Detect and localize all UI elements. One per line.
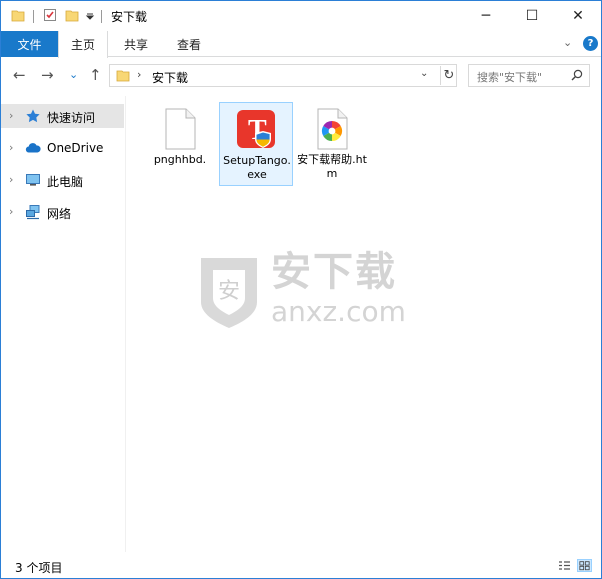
file-item-help-htm[interactable]: 安下载帮助.htm <box>295 102 369 186</box>
star-icon <box>26 109 40 123</box>
back-button[interactable]: ← <box>13 67 26 83</box>
tango-installer-icon: T <box>237 110 275 148</box>
tab-home[interactable]: 主页 <box>58 31 108 58</box>
new-folder-icon[interactable] <box>65 8 79 22</box>
file-name: pnghhbd. <box>153 153 207 166</box>
folder-icon <box>116 70 130 82</box>
computer-icon <box>26 174 40 186</box>
details-view-icon[interactable] <box>557 559 572 572</box>
maximize-button[interactable]: ☐ <box>509 1 555 31</box>
network-icon <box>26 205 40 220</box>
window-title: 安下载 <box>111 10 148 24</box>
shield-logo-icon: 安 <box>201 258 257 328</box>
large-icons-view-icon[interactable] <box>577 559 592 572</box>
search-icon[interactable] <box>571 69 583 81</box>
tab-file[interactable]: 文件 <box>1 31 58 57</box>
recent-locations-button[interactable]: ⌄ <box>69 67 78 83</box>
cloud-icon <box>25 143 41 153</box>
customize-toolbar-dropdown-icon[interactable] <box>85 8 95 22</box>
refresh-button[interactable]: ↻ <box>440 66 457 85</box>
watermark-domain: anxz.com <box>271 295 406 328</box>
sidebar-item-quick-access[interactable]: › 快速访问 <box>1 104 124 128</box>
sidebar-item-label: 快速访问 <box>47 111 96 125</box>
toolbar-separator <box>33 10 34 23</box>
expand-chevron-icon[interactable]: › <box>9 173 13 186</box>
address-dropdown-icon[interactable]: ⌄ <box>420 68 428 79</box>
address-bar[interactable]: › 安下载 ⌄ ↻ <box>109 64 457 87</box>
file-name: SetupTango.exe <box>223 154 291 181</box>
watermark-badge-text: 安 <box>218 279 240 304</box>
breadcrumb-current[interactable]: 安下载 <box>152 69 188 86</box>
explorer-window: 安下载 ─ ☐ ✕ 文件 主页 共享 查看 ⌄ ? ← → ⌄ ↑ › 安下载 … <box>0 0 602 579</box>
sidebar-item-onedrive[interactable]: › OneDrive <box>1 136 124 160</box>
sidebar-item-label: 网络 <box>47 207 72 221</box>
watermark-title: 安下载 <box>271 249 397 295</box>
sidebar-item-this-pc[interactable]: › 此电脑 <box>1 168 124 192</box>
sidebar-item-label: OneDrive <box>47 141 104 155</box>
close-button[interactable]: ✕ <box>555 1 601 31</box>
help-icon[interactable]: ? <box>583 36 598 51</box>
sidebar-item-label: 此电脑 <box>47 175 84 189</box>
sidebar-item-network[interactable]: › 网络 <box>1 200 124 224</box>
ribbon-tabs: 文件 主页 共享 查看 ⌄ ? <box>1 31 601 58</box>
tab-view[interactable]: 查看 <box>164 31 214 57</box>
breadcrumb-separator[interactable]: › <box>137 68 141 81</box>
navigation-pane: › 快速访问 › OneDrive › 此电脑 › 网络 <box>1 96 126 552</box>
properties-icon[interactable] <box>43 8 57 22</box>
search-box[interactable]: 搜索"安下载" <box>468 64 590 87</box>
up-button[interactable]: ↑ <box>89 67 102 83</box>
file-name: 安下载帮助.htm <box>297 153 367 180</box>
watermark-logo: 安 安下载 anxz.com <box>191 248 431 334</box>
search-input[interactable]: 搜索"安下载" <box>477 69 542 85</box>
expand-chevron-icon[interactable]: › <box>9 109 13 122</box>
item-count: 3 个项目 <box>15 561 63 575</box>
navigation-bar: ← → ⌄ ↑ › 安下载 ⌄ ↻ 搜索"安下载" <box>1 58 601 94</box>
forward-button[interactable]: → <box>41 67 54 83</box>
blank-file-icon <box>165 108 196 150</box>
expand-chevron-icon[interactable]: › <box>9 205 13 218</box>
file-item-setuptango[interactable]: T SetupTango.exe <box>219 102 293 186</box>
htm-file-icon <box>317 108 348 150</box>
title-bar: 安下载 ─ ☐ ✕ <box>1 1 601 31</box>
folder-icon <box>11 10 25 22</box>
expand-ribbon-icon[interactable]: ⌄ <box>563 36 572 49</box>
expand-chevron-icon[interactable]: › <box>9 141 13 154</box>
minimize-button[interactable]: ─ <box>463 1 509 31</box>
tab-share[interactable]: 共享 <box>111 31 161 57</box>
file-item-pnghhbd[interactable]: pnghhbd. <box>143 102 217 186</box>
status-bar: 3 个项目 <box>1 554 601 578</box>
toolbar-separator <box>101 10 102 23</box>
